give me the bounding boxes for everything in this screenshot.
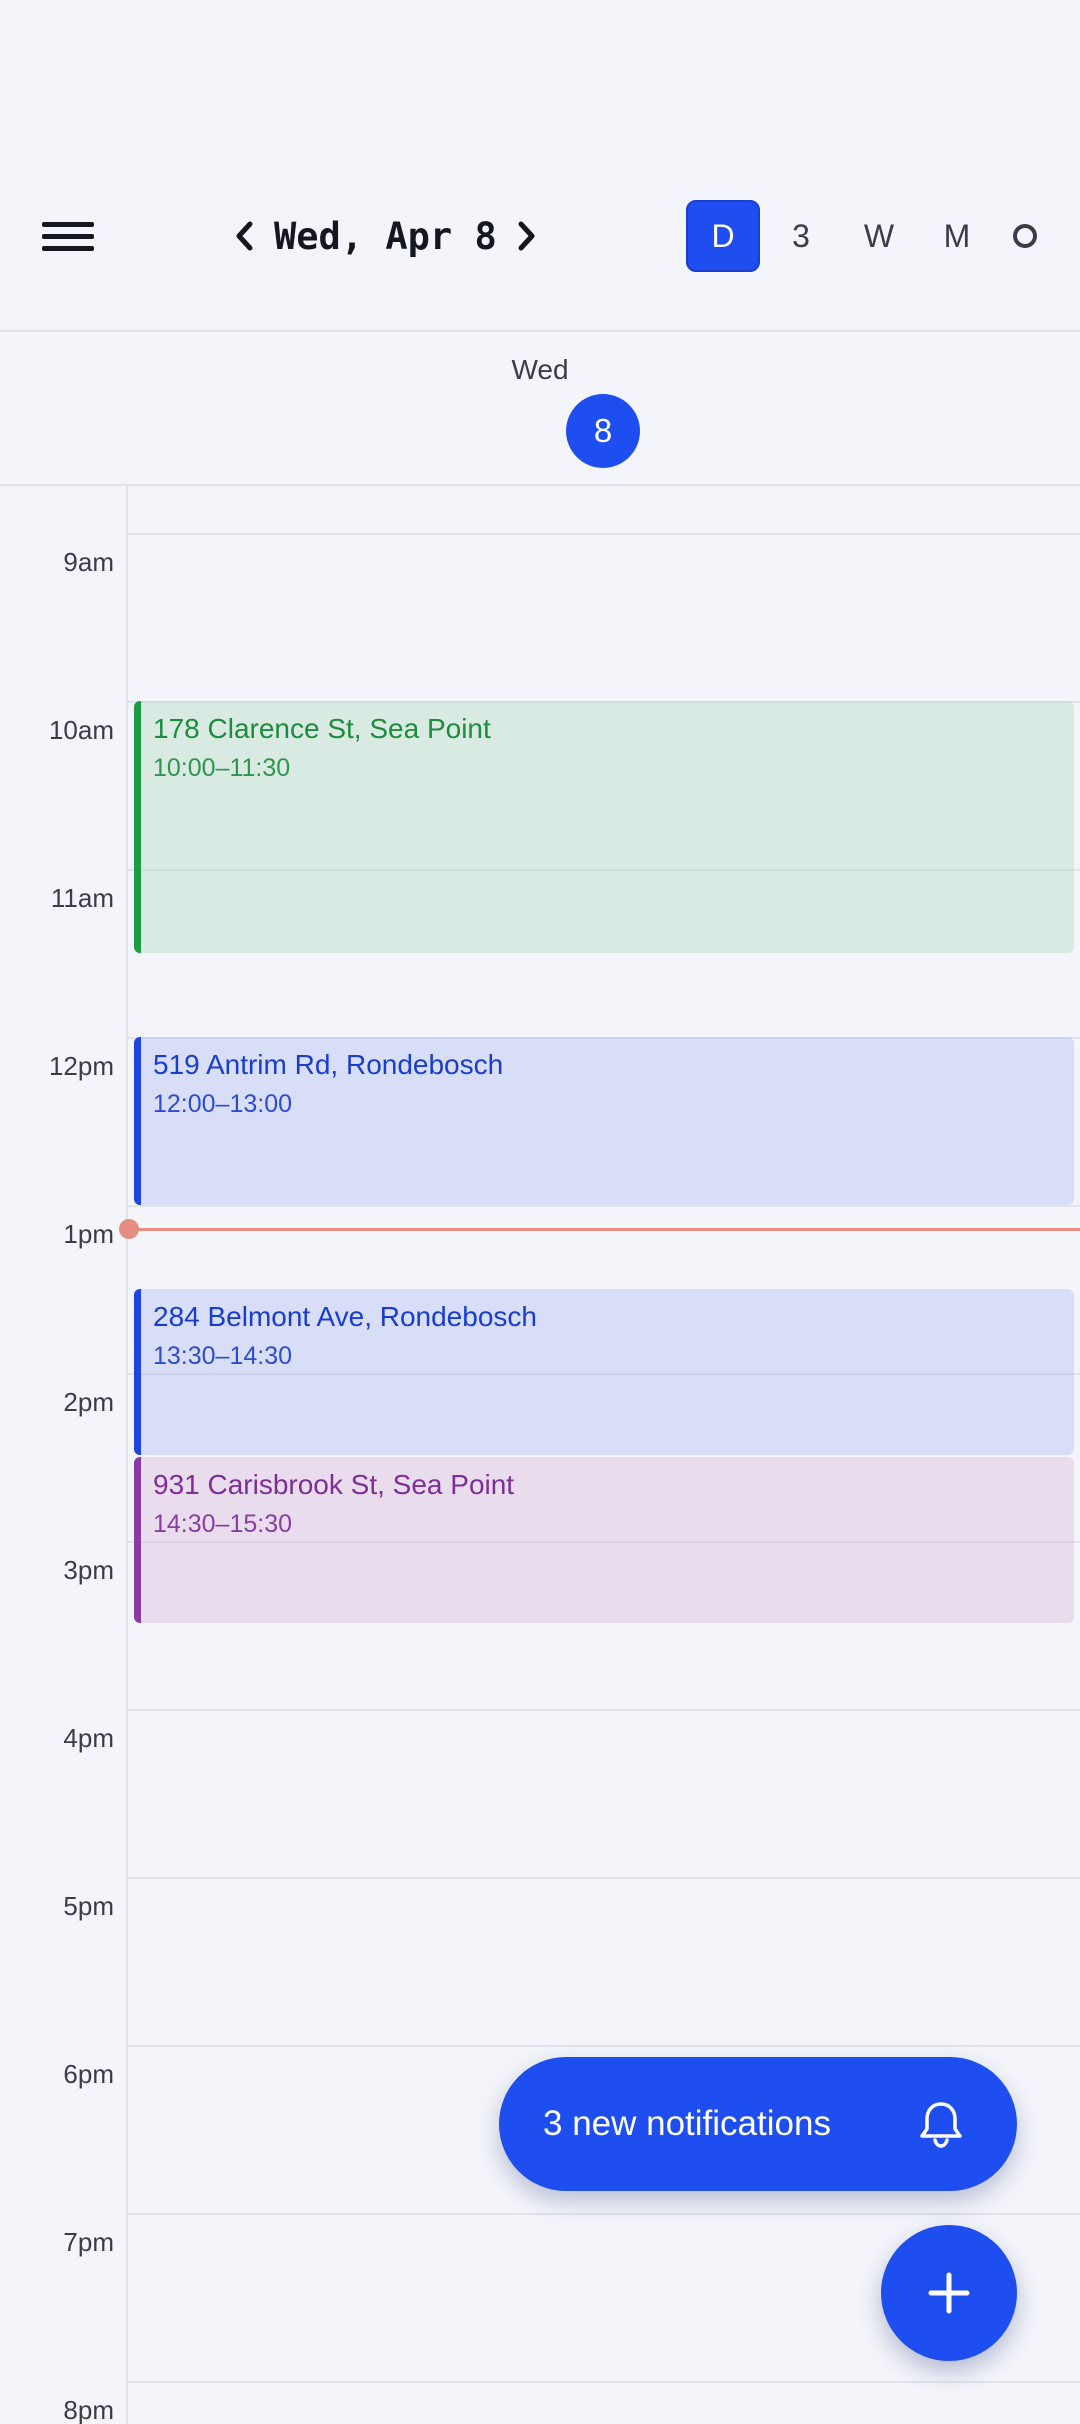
hour-label: 2pm xyxy=(63,1387,114,1417)
current-time-line xyxy=(130,1228,1080,1231)
current-time-dot xyxy=(119,1219,139,1239)
day-name: Wed xyxy=(511,354,569,385)
calendar-screen: Wed, Apr 8 D 3 W M Wed 8 9am 10am 11am 1… xyxy=(0,0,1080,2424)
event-title: 178 Clarence St, Sea Point xyxy=(153,713,491,744)
event-time: 14:30–15:30 xyxy=(153,1510,293,1538)
hour-label: 4pm xyxy=(63,1723,114,1753)
event-card[interactable]: 519 Antrim Rd, Rondebosch 12:00–13:00 xyxy=(134,1037,1074,1205)
header-divider xyxy=(0,330,1080,332)
hour-line xyxy=(128,2045,1080,2047)
event-title: 931 Carisbrook St, Sea Point xyxy=(153,1469,515,1500)
circle-icon xyxy=(1013,224,1037,248)
view-week-button[interactable]: W xyxy=(842,200,916,272)
hour-label: 5pm xyxy=(63,1891,114,1921)
view-switcher: D 3 W M xyxy=(686,200,1056,272)
hour-line xyxy=(128,2381,1080,2383)
notifications-label: 3 new notifications xyxy=(543,2104,831,2143)
event-card[interactable]: 284 Belmont Ave, Rondebosch 13:30–14:30 xyxy=(134,1289,1074,1455)
hour-label: 9am xyxy=(63,547,114,577)
current-date[interactable]: Wed, Apr 8 xyxy=(274,215,497,258)
date-navigator: Wed, Apr 8 xyxy=(228,202,543,270)
hour-line xyxy=(128,1709,1080,1711)
chevron-right-icon[interactable] xyxy=(511,206,543,266)
view-circle-button[interactable] xyxy=(998,200,1052,272)
hour-label: 11am xyxy=(50,883,114,913)
event-title: 519 Antrim Rd, Rondebosch xyxy=(153,1049,504,1080)
event-title: 284 Belmont Ave, Rondebosch xyxy=(153,1301,537,1332)
view-3day-button[interactable]: 3 xyxy=(764,200,838,272)
view-month-button[interactable]: M xyxy=(920,200,994,272)
event-card[interactable]: 178 Clarence St, Sea Point 10:00–11:30 xyxy=(134,701,1074,953)
event-time: 13:30–14:30 xyxy=(153,1342,293,1370)
event-time: 10:00–11:30 xyxy=(153,754,291,782)
hour-label: 6pm xyxy=(63,2059,114,2089)
hour-line xyxy=(128,2213,1080,2215)
time-gutter-divider xyxy=(126,486,128,2424)
hour-line xyxy=(128,1205,1080,1207)
hour-label: 3pm xyxy=(63,1555,114,1585)
add-event-button[interactable] xyxy=(881,2225,1017,2361)
day-header: Wed 8 xyxy=(0,334,1080,484)
view-day-button[interactable]: D xyxy=(686,200,760,272)
bell-icon xyxy=(920,2102,962,2148)
event-time: 12:00–13:00 xyxy=(153,1090,293,1118)
hour-line xyxy=(128,1877,1080,1879)
hour-label: 12pm xyxy=(48,1051,114,1081)
chevron-left-icon[interactable] xyxy=(228,206,260,266)
hour-label: 1pm xyxy=(63,1219,114,1249)
event-card[interactable]: 931 Carisbrook St, Sea Point 14:30–15:30 xyxy=(134,1457,1074,1623)
notifications-button[interactable]: 3 new notifications xyxy=(499,2057,1017,2191)
hour-label: 10am xyxy=(48,715,114,745)
day-number-badge[interactable]: 8 xyxy=(566,394,640,468)
hour-label: 7pm xyxy=(63,2227,114,2257)
menu-icon[interactable] xyxy=(40,216,96,256)
top-bar: Wed, Apr 8 D 3 W M xyxy=(0,196,1080,276)
plus-icon xyxy=(928,2272,970,2314)
hour-label: 8pm xyxy=(63,2395,114,2424)
hour-line xyxy=(128,533,1080,535)
